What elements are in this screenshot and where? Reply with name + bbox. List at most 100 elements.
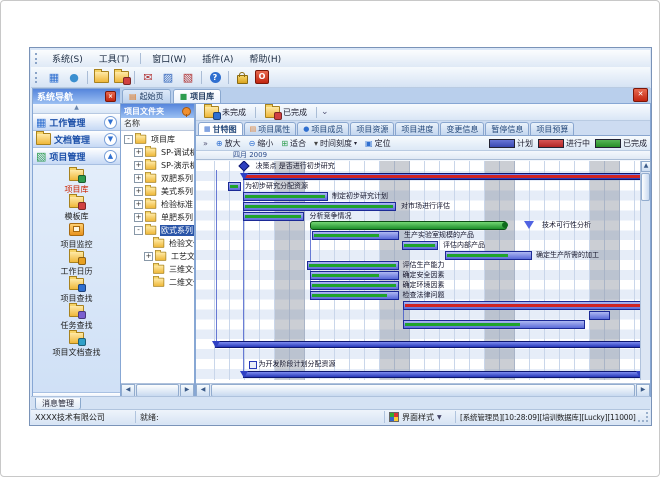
tree-expander-icon[interactable]: + [134,187,143,196]
gantt-tool-0[interactable]: ⊕放大 [212,138,245,149]
tree-node-6[interactable]: +单肥系列 [121,211,194,224]
gantt-tool-3[interactable]: ▾时间刻度▾ [310,138,361,149]
gantt-vertical-scrollbar[interactable]: ▲ [640,161,650,380]
gantt-bar[interactable] [589,311,611,320]
gantt-bar[interactable] [445,251,533,260]
gantt-summary-bar[interactable] [215,341,650,348]
gantt-summary-bar[interactable] [243,371,642,378]
lock-button[interactable] [233,69,251,86]
menu-item-0[interactable]: 系统(S) [44,50,91,67]
gantt-tab-7[interactable]: 项目预算 [530,122,574,135]
gantt-bar[interactable] [312,231,399,240]
gantt-bar-completed[interactable] [310,221,506,230]
resize-grip[interactable] [638,412,648,422]
sidebar-item-4[interactable]: 项目查找 [33,278,120,303]
gantt-summary-bar[interactable] [243,173,650,180]
mail-alert-button[interactable]: ✉ [139,69,157,86]
tab-start-page[interactable]: ▤ 起始页 [122,89,171,103]
gantt-bar[interactable] [310,291,399,300]
milestone-marker[interactable] [524,221,534,229]
gantt-horizontal-scrollbar[interactable]: ◀ ▶ [196,383,650,396]
tree-expander-icon[interactable]: + [134,174,143,183]
menu-item-3[interactable]: 窗口(W) [144,50,194,67]
gantt-scroll-thumb[interactable] [211,384,635,397]
sidebar-item-5[interactable]: 任务查找 [33,305,120,330]
overflow-chevron-icon[interactable]: ⌄ [321,107,329,117]
status-style-selector[interactable]: 界面样式 ▼ [385,411,456,423]
milestone-diamond[interactable] [238,161,249,172]
gantt-tool-2[interactable]: ⊞适合 [277,138,310,149]
tree-node-5[interactable]: +检验标准 [121,198,194,211]
gantt-tab-6[interactable]: 暂停信息 [485,122,529,135]
chart-export-button[interactable]: ▧ [179,69,197,86]
scroll-up-icon[interactable]: ▲ [641,161,651,172]
gantt-bar[interactable] [228,182,241,191]
tree-scroll-thumb[interactable] [136,384,179,397]
tree-expander-icon[interactable]: + [134,213,143,222]
tree-expander-icon[interactable]: - [124,135,133,144]
sidebar-item-1[interactable]: 模板库 [33,196,120,221]
sidebar-group-1[interactable]: 文档管理▼ [33,131,120,148]
gantt-vscroll-thumb[interactable] [641,173,650,201]
filter-button-0[interactable]: 未完成 [199,105,251,119]
tree-column-header[interactable]: 名称 [121,118,194,131]
tree-expander-icon[interactable]: + [144,252,153,261]
gantt-tool-1[interactable]: ⊖缩小 [245,138,278,149]
chevron-down-icon[interactable]: ▼ [104,116,117,129]
tree-expander-icon[interactable]: - [134,226,143,235]
gantt-tab-1[interactable]: ▤项目属性 [244,122,297,135]
gantt-bar[interactable] [310,271,399,280]
tree-node-3[interactable]: +双肥系列 [121,172,194,185]
sidebar-item-2[interactable]: 项目监控 [33,223,120,249]
tree-node-7[interactable]: -欧式系列 [121,224,194,237]
gantt-bar[interactable] [243,212,304,221]
monitor-button[interactable]: ▦ [45,69,63,86]
tree-expander-icon[interactable]: + [134,161,143,170]
sidebar-item-0[interactable]: 项目库 [33,169,120,194]
tree-node-8[interactable]: 检验文件 [121,237,194,250]
chevron-down-icon[interactable]: ▼ [104,133,117,146]
gantt-tab-2[interactable]: ●项目成员 [297,122,349,135]
close-tab-icon[interactable]: ✕ [633,88,648,102]
tree-node-2[interactable]: +SP-演示机系 [121,159,194,172]
sidebar-collapse-strip[interactable]: ▲ [33,104,120,114]
scroll-left-icon[interactable]: ◀ [121,384,135,397]
gantt-bar[interactable] [310,281,399,290]
scroll-left-icon[interactable]: ◀ [196,384,210,397]
exit-button[interactable]: O [253,69,271,86]
sidebar-item-3[interactable]: 工作日历 [33,251,120,276]
tree-expander-icon[interactable]: + [134,148,143,157]
menu-item-5[interactable]: 帮助(H) [241,50,289,67]
gantt-tab-3[interactable]: 项目资源 [350,122,394,135]
gantt-tab-5[interactable]: 变更信息 [440,122,484,135]
task-note-icon[interactable] [249,361,257,369]
gantt-bar[interactable] [243,202,396,211]
menu-item-1[interactable]: 工具(T) [91,50,138,67]
folder-report-button[interactable] [112,69,130,86]
toolbar-more-icon[interactable]: » [203,139,208,148]
help-button[interactable]: ? [206,69,224,86]
tree-node-0[interactable]: -项目库 [121,133,194,146]
tab-project-library[interactable]: ■ 项目库 [173,89,222,103]
gantt-bar[interactable] [403,320,585,329]
chevron-up-icon[interactable]: ▲ [104,150,117,163]
tree-expander-icon[interactable]: + [134,200,143,209]
tree-node-9[interactable]: +工艺文件 [121,250,194,263]
gantt-bar[interactable] [307,261,398,270]
tree-horizontal-scrollbar[interactable]: ◀ ▶ [121,383,194,396]
menu-item-4[interactable]: 插件(A) [194,50,241,67]
gantt-tab-0[interactable]: ▦甘特图 [198,122,243,135]
gantt-tool-4[interactable]: ▣定位 [361,138,395,149]
pin-icon[interactable] [182,107,191,116]
sidebar-group-0[interactable]: ▦工作管理▼ [33,114,120,131]
sidebar-item-6[interactable]: 项目文档查找 [33,332,120,357]
globe-button[interactable]: ● [65,69,83,86]
chart-alert-button[interactable]: ▨ [159,69,177,86]
gantt-bar[interactable] [243,192,328,201]
tree-node-10[interactable]: 三维文件 [121,263,194,276]
scroll-right-icon[interactable]: ▶ [636,384,650,397]
sidebar-group-2[interactable]: ▧项目管理▲ [33,148,120,165]
scroll-right-icon[interactable]: ▶ [180,384,194,397]
tree-node-11[interactable]: 二维文件 [121,276,194,289]
tree-node-1[interactable]: +SP-调试机系 [121,146,194,159]
